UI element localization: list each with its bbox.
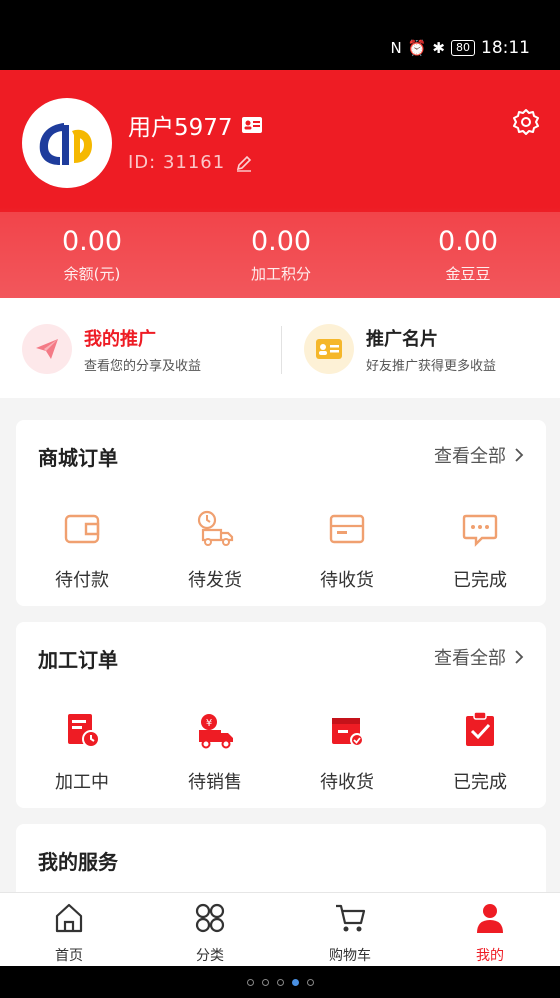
chevron-right-icon	[515, 448, 524, 462]
process-in-progress[interactable]: 加工中	[32, 710, 132, 794]
nav-home[interactable]: 首页	[24, 901, 114, 965]
sale-truck-icon: ¥	[199, 714, 233, 749]
chevron-right-icon	[515, 650, 524, 664]
package-icon	[329, 514, 365, 544]
page-indicator	[0, 966, 560, 998]
svg-text:¥: ¥	[206, 718, 212, 729]
stat-balance-value: 0.00	[61, 226, 123, 257]
mall-orders-card: 商城订单 查看全部 待付款 待发货 待收货 已完成	[16, 420, 546, 606]
bluetooth-icon: ✱	[432, 39, 445, 57]
chat-bubble-icon	[462, 514, 498, 547]
user-icon	[477, 904, 503, 933]
user-id-text: ID: 31161	[128, 152, 226, 173]
process-orders-card: 加工订单 查看全部 加工中 ¥ 待销售 待收货 已完成	[16, 622, 546, 808]
my-promotion-subtitle: 查看您的分享及收益	[84, 358, 202, 374]
settings-gear-icon[interactable]	[512, 108, 540, 136]
mall-orders-title: 商城订单	[38, 446, 118, 470]
home-icon	[55, 903, 83, 933]
mall-orders-view-all[interactable]: 查看全部	[434, 442, 524, 468]
my-services-title: 我的服务	[38, 850, 118, 874]
process-pending-receipt-label: 待收货	[320, 772, 374, 793]
wallet-icon	[64, 514, 100, 544]
status-icons: N ⏰ ✱ 80 18:11	[391, 38, 531, 58]
stat-gold-beans[interactable]: 0.00 金豆豆	[398, 226, 538, 284]
nav-cart-label: 购物车	[329, 948, 371, 964]
process-completed[interactable]: 已完成	[430, 710, 530, 794]
nav-category-label: 分类	[196, 948, 224, 964]
my-promotion[interactable]: 我的推广 查看您的分享及收益	[22, 324, 201, 374]
order-pending-shipment-label: 待发货	[188, 570, 242, 591]
mall-orders-view-all-label: 查看全部	[434, 446, 506, 467]
order-pending-payment-label: 待付款	[55, 570, 109, 591]
page-dot-active	[291, 978, 299, 986]
category-icon	[195, 903, 225, 933]
battery-indicator: 80	[451, 40, 475, 56]
page-dot	[261, 978, 269, 986]
paper-plane-icon	[22, 324, 72, 374]
edit-pencil-icon[interactable]	[235, 154, 253, 172]
stat-balance-label: 余额(元)	[63, 265, 121, 283]
nfc-icon: N	[390, 39, 402, 57]
order-completed[interactable]: 已完成	[430, 508, 530, 592]
stat-gold-beans-label: 金豆豆	[445, 265, 491, 283]
status-time: 18:11	[481, 38, 530, 58]
nav-cart[interactable]: 购物车	[305, 901, 395, 965]
nav-mine-label: 我的	[476, 948, 504, 964]
order-pending-receipt-label: 待收货	[320, 570, 374, 591]
process-orders-view-all[interactable]: 查看全部	[434, 644, 524, 670]
order-pending-payment[interactable]: 待付款	[32, 508, 132, 592]
business-card-icon	[304, 324, 354, 374]
page-dot	[246, 978, 254, 986]
process-pending-sale-label: 待销售	[188, 772, 242, 793]
process-completed-label: 已完成	[453, 772, 507, 793]
promo-row: 我的推广 查看您的分享及收益 推广名片 好友推广获得更多收益	[0, 298, 560, 398]
logo-icon	[39, 123, 92, 165]
stat-gold-beans-value: 0.00	[437, 226, 499, 257]
status-bar: N ⏰ ✱ 80 18:11	[0, 0, 560, 70]
stat-process-points-label: 加工积分	[250, 265, 311, 283]
username: 用户5977	[128, 108, 263, 142]
page-dot	[306, 978, 314, 986]
process-orders-title: 加工订单	[38, 648, 118, 672]
process-orders-view-all-label: 查看全部	[434, 648, 506, 669]
nav-category[interactable]: 分类	[165, 901, 255, 965]
clipboard-check-icon	[466, 711, 494, 746]
process-pending-receipt[interactable]: 待收货	[297, 710, 397, 794]
promo-divider	[281, 326, 282, 374]
order-completed-label: 已完成	[453, 570, 507, 591]
avatar[interactable]	[22, 98, 112, 188]
promo-card[interactable]: 推广名片 好友推广获得更多收益	[304, 324, 496, 374]
user-id: ID: 31161	[128, 152, 253, 173]
cart-icon	[336, 904, 366, 932]
order-pending-receipt[interactable]: 待收货	[297, 508, 397, 592]
promo-card-title: 推广名片	[366, 328, 438, 350]
promo-card-subtitle: 好友推广获得更多收益	[366, 358, 497, 374]
id-card-icon[interactable]	[241, 116, 263, 134]
order-pending-shipment[interactable]: 待发货	[165, 508, 265, 592]
my-promotion-title: 我的推广	[84, 328, 156, 350]
nav-home-label: 首页	[55, 948, 83, 964]
process-pending-sale[interactable]: ¥ 待销售	[165, 710, 265, 794]
stat-process-points-value: 0.00	[250, 226, 312, 257]
stat-process-points[interactable]: 0.00 加工积分	[211, 226, 351, 284]
nav-mine[interactable]: 我的	[445, 901, 535, 965]
bottom-nav: 首页 分类 购物车 我的	[0, 892, 560, 966]
document-clock-icon	[68, 714, 100, 748]
alarm-icon: ⏰	[407, 39, 427, 57]
receive-box-icon	[332, 718, 364, 747]
delivery-truck-icon	[197, 510, 234, 546]
process-in-progress-label: 加工中	[55, 772, 109, 793]
page-dot	[276, 978, 284, 986]
stat-balance[interactable]: 0.00 余额(元)	[22, 226, 162, 284]
profile-header: 用户5977 ID: 31161 0.00 余额(元) 0.00 加工积分 0.…	[0, 70, 560, 298]
username-text: 用户5977	[128, 115, 233, 141]
